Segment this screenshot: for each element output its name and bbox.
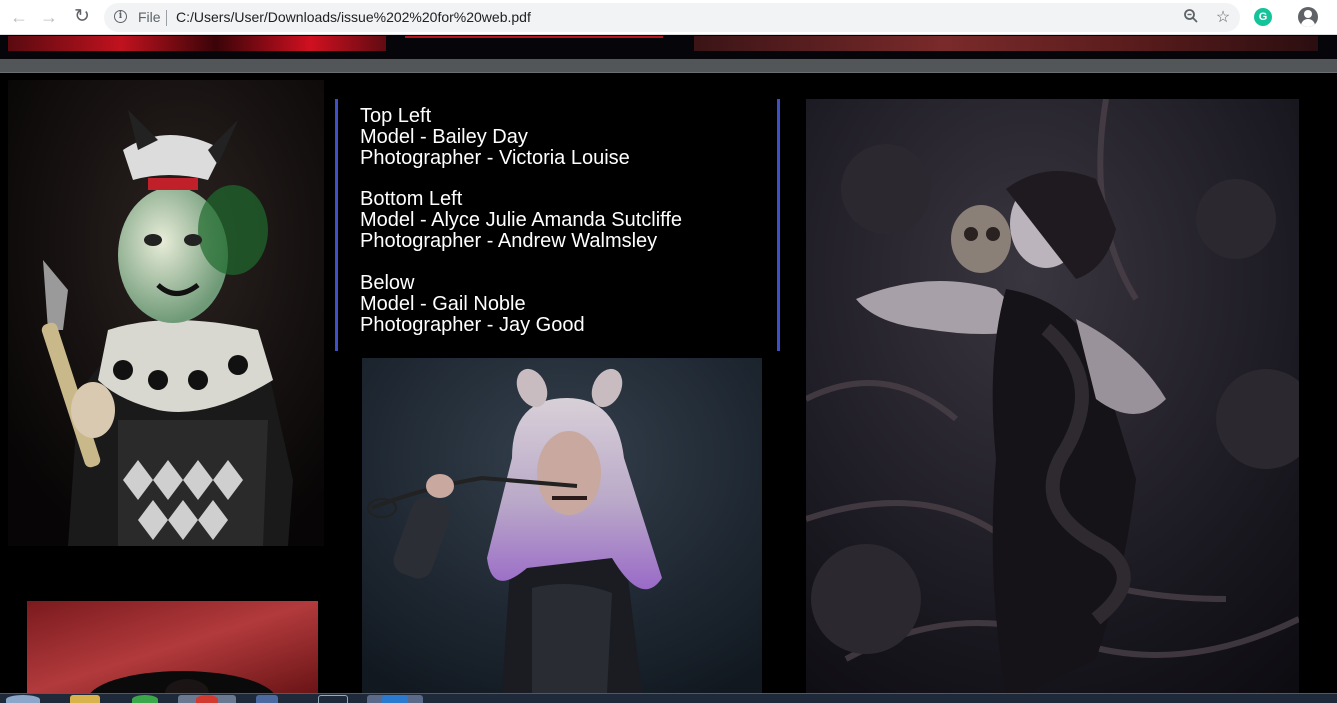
credit-photographer: Photographer - Jay Good: [360, 314, 585, 336]
reload-icon[interactable]: ↻: [71, 6, 93, 28]
app-icon[interactable]: [318, 695, 348, 703]
grammarly-extension-icon[interactable]: G: [1254, 8, 1272, 26]
browser-toolbar: ← → ↻ i File C:/Users/User/Downloads/iss…: [0, 0, 1337, 35]
credit-model: Model - Gail Noble: [360, 293, 526, 315]
start-button-icon[interactable]: [6, 695, 40, 703]
separator: [166, 10, 167, 26]
credit-section: Top Left Model - Bailey Day Photographer…: [360, 106, 630, 169]
photo-top-left: [8, 80, 324, 546]
credit-model: Model - Alyce Julie Amanda Sutcliffe: [360, 209, 683, 231]
credit-photographer: Photographer - Victoria Louise: [360, 147, 630, 169]
app-icon[interactable]: [132, 695, 158, 703]
credit-heading: Top Left: [360, 105, 432, 127]
info-icon[interactable]: i: [114, 10, 127, 23]
forward-arrow-icon[interactable]: →: [38, 6, 60, 28]
scheme-label: File: [138, 9, 161, 25]
pdf-page: Top Left Model - Bailey Day Photographer…: [0, 73, 1337, 693]
account-icon[interactable]: [1298, 7, 1318, 27]
app-icon[interactable]: [256, 695, 278, 703]
back-arrow-icon[interactable]: ←: [8, 6, 30, 28]
credit-heading: Below: [360, 272, 415, 294]
credits-block: Top Left Model - Bailey Day Photographer…: [335, 99, 780, 351]
address-bar[interactable]: i File C:/Users/User/Downloads/issue%202…: [104, 3, 1240, 32]
page-separator: [0, 59, 1337, 73]
zoom-icon[interactable]: [1181, 8, 1201, 28]
credit-model: Model - Bailey Day: [360, 126, 528, 148]
chrome-icon: [196, 695, 218, 703]
previous-page-strip: [0, 36, 1337, 61]
previous-page-image: [405, 36, 663, 38]
credit-section: Bottom Left Model - Alyce Julie Amanda S…: [360, 189, 682, 252]
star-icon[interactable]: ☆: [1213, 8, 1233, 28]
previous-page-image: [694, 36, 1318, 51]
photo-below: [362, 358, 762, 693]
app-icon: [382, 695, 408, 703]
photo-bottom-left: [27, 601, 318, 693]
previous-page-image: [8, 36, 386, 51]
credit-section: Below Model - Gail Noble Photographer - …: [360, 273, 585, 336]
os-taskbar: [0, 693, 1337, 703]
credit-heading: Bottom Left: [360, 188, 463, 210]
photo-right: [806, 99, 1299, 693]
url-text[interactable]: C:/Users/User/Downloads/issue%202%20for%…: [176, 9, 531, 25]
credit-photographer: Photographer - Andrew Walmsley: [360, 230, 658, 252]
file-explorer-icon[interactable]: [70, 695, 100, 703]
